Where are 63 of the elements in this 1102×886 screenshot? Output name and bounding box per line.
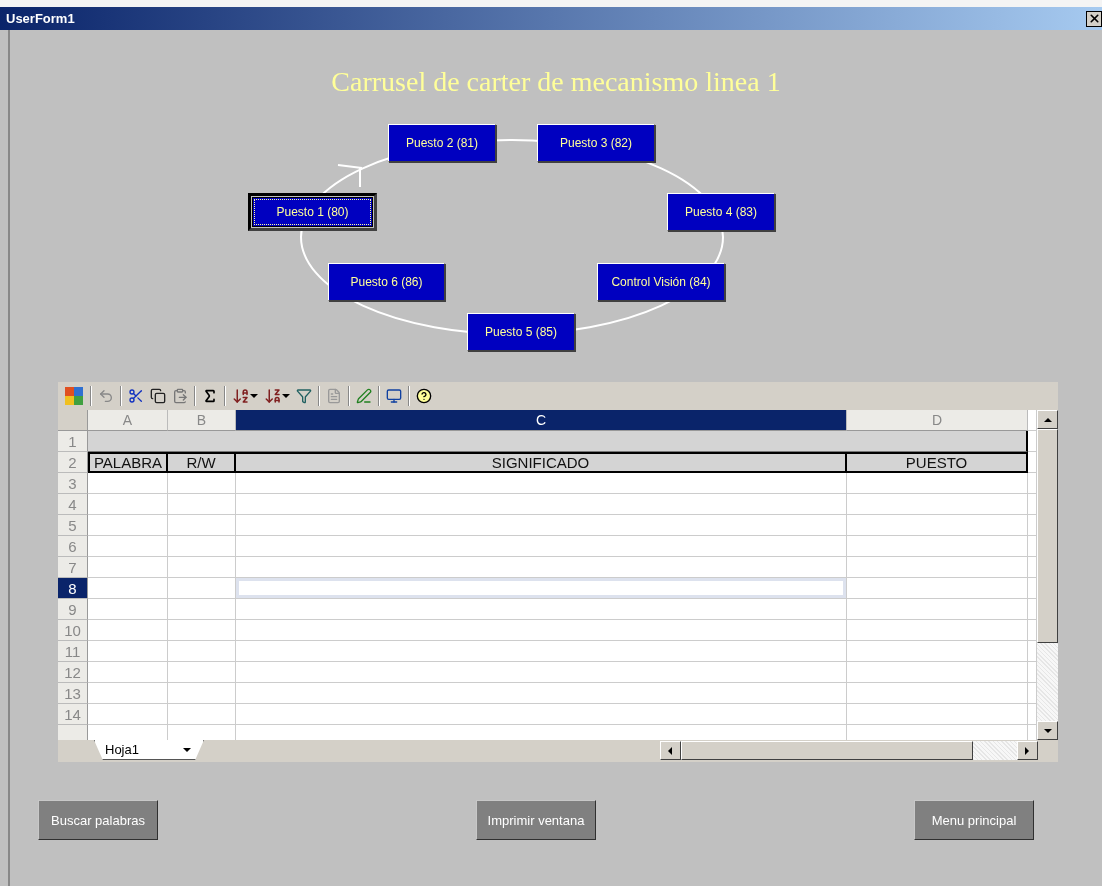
table-cell — [168, 641, 236, 662]
header-cell[interactable]: R/W — [168, 452, 236, 473]
form-button[interactable]: Buscar palabras — [38, 800, 158, 840]
form-button[interactable]: Imprimir ventana — [476, 800, 596, 840]
station-button[interactable]: Puesto 6 (86) — [328, 263, 445, 301]
window-icon[interactable] — [386, 388, 402, 404]
table-cell — [168, 599, 236, 620]
row-header[interactable]: 9 — [58, 599, 88, 620]
table-cell — [168, 536, 236, 557]
close-icon — [1087, 12, 1101, 25]
window-title: UserForm1 — [6, 11, 75, 26]
table-cell — [168, 473, 236, 494]
row-header[interactable]: 12 — [58, 662, 88, 683]
row-header[interactable]: 10 — [58, 620, 88, 641]
form-heading: Carrusel de carter de mecanismo linea 1 — [331, 66, 781, 98]
sheet-tab[interactable]: Hoja1 — [94, 740, 204, 760]
close-button[interactable] — [1086, 10, 1102, 27]
table-cell — [168, 578, 236, 599]
station-button[interactable]: Control Visión (84) — [597, 263, 725, 301]
station-button[interactable]: Puesto 3 (82) — [537, 124, 655, 162]
help-icon[interactable] — [416, 388, 432, 404]
paste-icon[interactable] — [172, 388, 188, 404]
table-cell — [168, 515, 236, 536]
sort-descending-icon[interactable] — [264, 387, 290, 405]
form-button[interactable]: Menu principal — [914, 800, 1034, 840]
header-cell[interactable]: SIGNIFICADO — [236, 452, 847, 473]
table-cell — [168, 683, 236, 704]
column-header[interactable]: D — [847, 410, 1028, 431]
column-header[interactable]: B — [168, 410, 236, 431]
vertical-scrollbar[interactable] — [1037, 410, 1058, 740]
station-button[interactable]: Puesto 5 (85) — [467, 313, 575, 351]
row-header[interactable]: 6 — [58, 536, 88, 557]
row-header[interactable]: 13 — [58, 683, 88, 704]
pen-icon[interactable] — [356, 388, 372, 404]
table-cell — [168, 620, 236, 641]
cut-icon[interactable] — [128, 388, 144, 404]
active-cell[interactable] — [236, 578, 847, 599]
puzzle-icon[interactable] — [64, 386, 84, 406]
table-cell — [168, 557, 236, 578]
row-header[interactable]: 5 — [58, 515, 88, 536]
row-header[interactable]: 14 — [58, 704, 88, 725]
row-header[interactable]: 2 — [58, 452, 88, 473]
column-header[interactable]: C — [236, 410, 847, 431]
row-header[interactable]: 8 — [58, 578, 88, 599]
table-cell — [168, 662, 236, 683]
copy-icon[interactable] — [150, 388, 166, 404]
station-button[interactable]: Puesto 4 (83) — [667, 193, 775, 231]
station-button[interactable]: Puesto 1 (80) — [248, 193, 377, 231]
column-header[interactable]: A — [88, 410, 168, 431]
header-cell[interactable]: PUESTO — [847, 452, 1028, 473]
row-header[interactable]: 3 — [58, 473, 88, 494]
sum-icon[interactable] — [202, 388, 218, 404]
row-header[interactable]: 1 — [58, 431, 88, 452]
table-cell — [168, 704, 236, 725]
table-cell — [168, 494, 236, 515]
header-cell[interactable]: PALABRA — [88, 452, 168, 473]
row-header[interactable]: 4 — [58, 494, 88, 515]
station-button[interactable]: Puesto 2 (81) — [388, 124, 496, 162]
horizontal-scrollbar[interactable] — [659, 741, 1038, 760]
filter-icon[interactable] — [296, 388, 312, 404]
row-header[interactable]: 7 — [58, 557, 88, 578]
sort-ascending-icon[interactable] — [232, 387, 258, 405]
row-header[interactable]: 11 — [58, 641, 88, 662]
